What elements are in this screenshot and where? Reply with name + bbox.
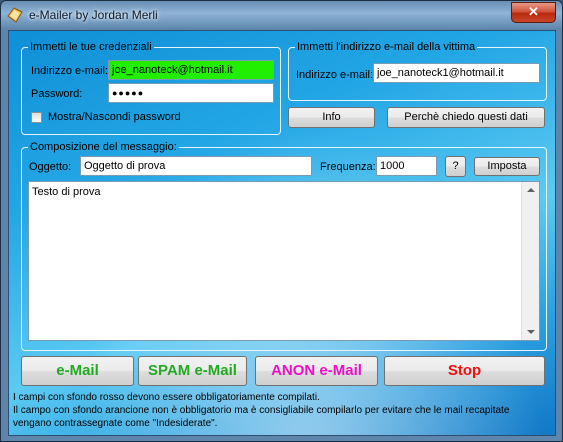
info-button[interactable]: Info — [288, 107, 375, 128]
stop-button[interactable]: Stop — [384, 356, 545, 386]
message-scrollbar[interactable] — [521, 182, 539, 340]
set-frequency-button[interactable]: Imposta — [474, 157, 540, 176]
note-required-fields: I campi con sfondo rosso devono essere o… — [13, 392, 320, 403]
sender-email-field[interactable]: joe_nanoteck@hotmail.it — [108, 60, 274, 80]
message-body-field[interactable]: Testo di prova — [28, 181, 540, 341]
victim-legend: Immetti l'indirizzo e-mail della vittima — [297, 41, 476, 53]
anon-email-button[interactable]: ANON e-Mail — [255, 356, 378, 386]
subject-field[interactable]: Oggetto di prova — [80, 156, 312, 176]
show-password-label: Mostra/Nascondi password — [48, 111, 181, 123]
title-bar[interactable]: e-Mailer by Jordan Merli ✕ — [1, 1, 562, 30]
victim-email-field[interactable]: joe_nanoteck1@hotmail.it — [373, 63, 540, 83]
why-data-button[interactable]: Perchè chiedo questi dati — [387, 107, 545, 128]
scroll-up-icon[interactable] — [527, 188, 535, 192]
client-area: Immetti le tue credenziali Indirizzo e-m… — [8, 30, 556, 436]
message-body-text: Testo di prova — [32, 186, 101, 198]
frequency-label: Frequenza: — [320, 161, 376, 173]
spam-email-button[interactable]: SPAM e-Mail — [138, 356, 247, 386]
subject-label: Oggetto: — [29, 161, 72, 173]
victim-email-label: Indirizzo e-mail: — [296, 69, 374, 81]
password-label: Password: — [31, 88, 83, 100]
credentials-legend: Immetti le tue credenziali — [30, 41, 152, 53]
sender-email-label: Indirizzo e-mail: — [31, 65, 109, 77]
window-title: e-Mailer by Jordan Merli — [29, 8, 158, 22]
scroll-down-icon[interactable] — [527, 330, 535, 334]
envelope-app-icon — [7, 7, 23, 23]
frequency-help-button[interactable]: ? — [445, 156, 466, 177]
password-field[interactable]: ●●●●● — [108, 83, 274, 103]
send-email-button[interactable]: e-Mail — [21, 356, 134, 386]
frequency-field[interactable]: 1000 — [376, 156, 437, 176]
show-password-checkbox[interactable] — [31, 112, 42, 123]
note-junk-warning: vengano contrassegnate come "Indesiderat… — [13, 418, 218, 429]
compose-legend: Composizione del messaggio: — [30, 141, 177, 153]
note-optional-field: Il campo con sfondo arancione non è obbl… — [13, 405, 510, 416]
close-button[interactable]: ✕ — [511, 2, 556, 23]
main-window: e-Mailer by Jordan Merli ✕ Immetti le tu… — [0, 0, 563, 442]
